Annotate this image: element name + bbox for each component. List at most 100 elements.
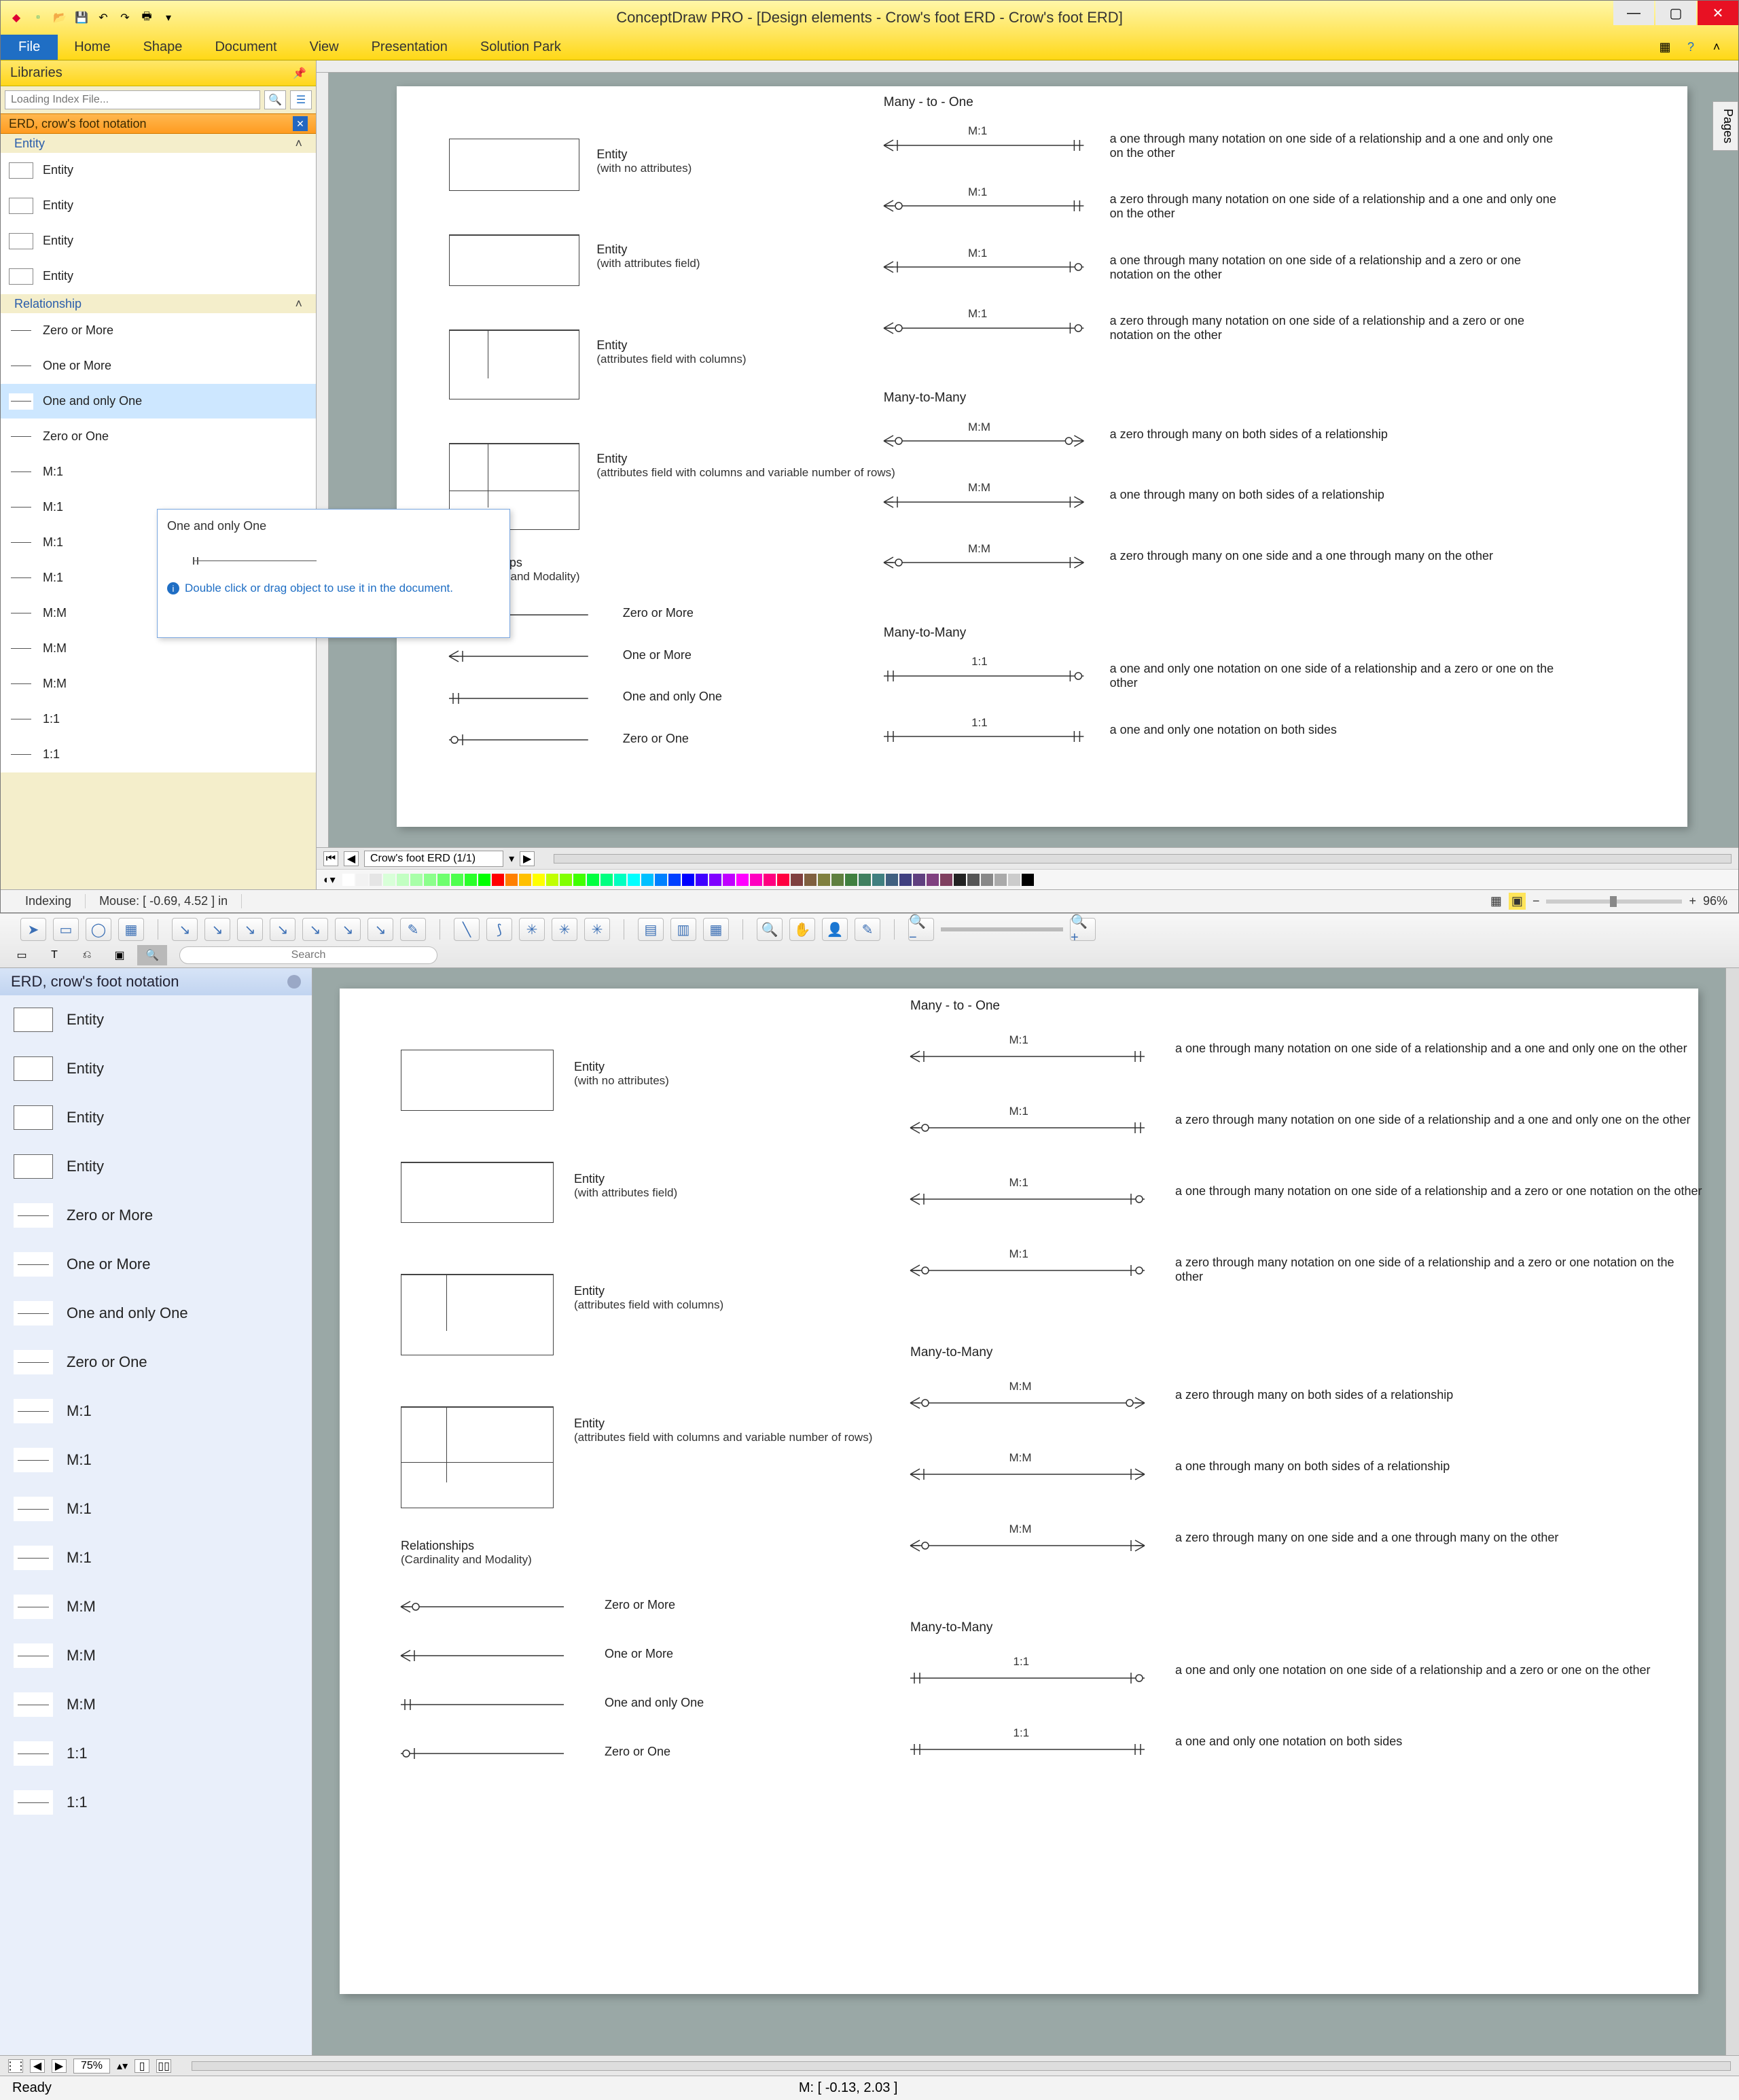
stencil-close-icon[interactable]: ✕ (293, 116, 308, 131)
color-swatch[interactable] (424, 874, 436, 886)
connector-icon[interactable]: ↘ (270, 918, 295, 941)
library-item[interactable]: Zero or More (1, 313, 316, 349)
color-swatch[interactable] (492, 874, 504, 886)
tab-prev-icon[interactable]: ◀ (30, 2059, 45, 2073)
library-item[interactable]: M:M (0, 1680, 312, 1729)
help-icon[interactable]: ? (1683, 39, 1699, 56)
color-swatch[interactable] (682, 874, 694, 886)
color-swatch[interactable] (981, 874, 993, 886)
ruler-vertical[interactable] (317, 73, 329, 847)
library-item[interactable]: M:1 (0, 1387, 312, 1436)
color-swatch[interactable] (696, 874, 708, 886)
color-swatch[interactable] (451, 874, 463, 886)
panel-tab-icon[interactable]: ⎌ (72, 945, 102, 965)
color-swatch[interactable] (546, 874, 558, 886)
color-swatch[interactable] (655, 874, 667, 886)
tab-home[interactable]: Home (58, 35, 126, 60)
color-swatch[interactable] (370, 874, 382, 886)
tab-document[interactable]: Document (198, 35, 293, 60)
library-item[interactable]: 1:1 (1, 702, 316, 737)
color-swatch[interactable] (859, 874, 871, 886)
ellipse-tool-icon[interactable]: ◯ (86, 918, 111, 941)
color-swatch[interactable] (967, 874, 980, 886)
ribbon-grid-icon[interactable]: ▦ (1657, 39, 1673, 56)
redo-icon[interactable]: ↷ (116, 9, 134, 26)
library-item[interactable]: Entity (0, 1142, 312, 1191)
align-icon[interactable]: ▤ (638, 918, 664, 941)
arc-tool-icon[interactable]: ⟆ (486, 918, 512, 941)
color-swatch[interactable] (899, 874, 912, 886)
color-swatch[interactable] (573, 874, 586, 886)
library-item[interactable]: M:M (0, 1582, 312, 1631)
color-swatch[interactable] (560, 874, 572, 886)
color-swatch[interactable] (954, 874, 966, 886)
color-swatch[interactable] (750, 874, 762, 886)
tab-dropdown-icon[interactable]: ▾ (509, 852, 514, 866)
pin-icon[interactable]: 📌 (293, 67, 306, 80)
zoom-out-icon[interactable]: − (1532, 894, 1540, 908)
search-icon[interactable]: 🔍 (264, 90, 286, 109)
view-mode-icon[interactable]: ▦ (1490, 894, 1502, 908)
library-item[interactable]: Zero or More (0, 1191, 312, 1240)
color-swatch[interactable] (628, 874, 640, 886)
tab-view[interactable]: View (293, 35, 355, 60)
horizontal-scrollbar[interactable] (554, 854, 1732, 864)
panel-tab-icon[interactable]: ▣ (105, 945, 135, 965)
palette-dropdown-icon[interactable]: ◐▾ (323, 873, 336, 887)
zoom-out-icon[interactable]: 🔍− (908, 918, 934, 941)
color-swatch[interactable] (1008, 874, 1020, 886)
tab-presentation[interactable]: Presentation (355, 35, 464, 60)
zoom-slider[interactable] (941, 927, 1063, 931)
library-item[interactable]: 1:1 (1, 737, 316, 772)
zoom-stepper-icon[interactable]: ▴▾ (117, 2059, 128, 2073)
category-relationship[interactable]: Relationship ˄ (1, 294, 316, 313)
color-swatch[interactable] (791, 874, 803, 886)
color-swatch[interactable] (465, 874, 477, 886)
stencil-title-bar[interactable]: ERD, crow's foot notation ✕ (1, 113, 316, 134)
library-item[interactable]: 1:1 (0, 1778, 312, 1827)
library-item[interactable]: M:1 (1, 455, 316, 490)
mac-stencil-title-bar[interactable]: ERD, crow's foot notation (0, 968, 312, 995)
color-swatch[interactable] (614, 874, 626, 886)
library-item[interactable]: 1:1 (0, 1729, 312, 1778)
zoom-slider[interactable] (1546, 900, 1682, 904)
close-button[interactable]: ✕ (1698, 1, 1738, 25)
library-search-input[interactable] (5, 90, 260, 109)
poly-tool-icon[interactable]: ✳ (584, 918, 610, 941)
qat-dropdown-icon[interactable]: ▾ (160, 9, 177, 26)
poly-tool-icon[interactable]: ✳ (519, 918, 545, 941)
horizontal-scrollbar[interactable] (192, 2061, 1731, 2071)
color-swatch[interactable] (397, 874, 409, 886)
library-item[interactable]: M:1 (0, 1484, 312, 1533)
panel-tab-icon[interactable]: ▭ (7, 945, 37, 965)
library-item[interactable]: Entity (0, 1093, 312, 1142)
library-item[interactable]: Entity (0, 1044, 312, 1093)
library-item[interactable]: M:1 (0, 1533, 312, 1582)
person-icon[interactable]: 👤 (822, 918, 848, 941)
color-swatch[interactable] (804, 874, 817, 886)
color-swatch[interactable] (777, 874, 789, 886)
library-item[interactable]: One and only One (0, 1289, 312, 1338)
maximize-button[interactable]: ▢ (1655, 1, 1696, 25)
zoom-in-icon[interactable]: 🔍+ (1070, 918, 1096, 941)
zoom-value[interactable]: 96% (1703, 894, 1727, 908)
align-icon[interactable]: ▦ (703, 918, 729, 941)
color-swatch[interactable] (764, 874, 776, 886)
color-swatch[interactable] (342, 874, 355, 886)
library-item[interactable]: Zero or One (0, 1338, 312, 1387)
color-swatch[interactable] (845, 874, 857, 886)
tab-solution-park[interactable]: Solution Park (464, 35, 577, 60)
color-swatch[interactable] (927, 874, 939, 886)
category-entity[interactable]: Entity ˄ (1, 134, 316, 153)
connector-icon[interactable]: ↘ (204, 918, 230, 941)
mac-search-input[interactable] (179, 946, 437, 964)
color-swatch[interactable] (886, 874, 898, 886)
save-icon[interactable]: 💾 (73, 9, 90, 26)
library-item[interactable]: One and only One (1, 384, 316, 419)
library-menu-icon[interactable]: ☰ (290, 90, 312, 109)
connector-icon[interactable]: ↘ (335, 918, 361, 941)
pointer-tool-icon[interactable]: ➤ (20, 918, 46, 941)
tab-handle-icon[interactable]: ⋮⋮ (8, 2059, 23, 2073)
hand-tool-icon[interactable]: ✋ (789, 918, 815, 941)
drawing-canvas[interactable]: Entity(with no attributes)Entity(with at… (397, 86, 1687, 827)
